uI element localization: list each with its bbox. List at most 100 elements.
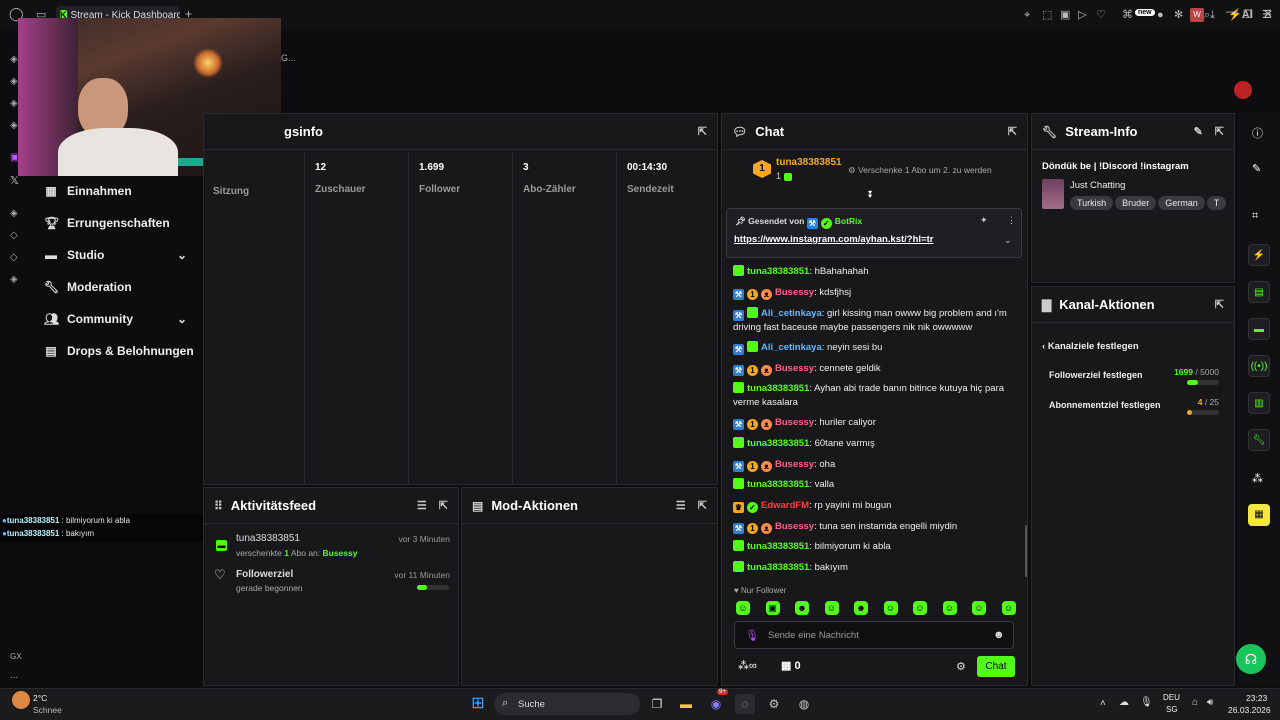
sidebar-diamond-icon[interactable]: ◇ [10, 252, 18, 263]
emoji-icon[interactable]: ☻ [993, 629, 1005, 641]
extension-icon[interactable]: ⌘ [1122, 8, 1133, 22]
chat-username[interactable]: tuna38383851 [747, 562, 809, 573]
chat-icon[interactable]: ▬ [1248, 318, 1270, 340]
sidebar-item-moderation[interactable]: 🔧︎ Moderation [44, 280, 132, 294]
tray-cloud-icon[interactable]: ☁︎ [1119, 697, 1129, 708]
chat-username[interactable]: Busessy [775, 417, 814, 428]
screenshot-icon[interactable]: ⬚ [1042, 8, 1052, 22]
tag[interactable]: T [1206, 196, 1227, 210]
download-icon[interactable]: ⤓ [1210, 8, 1215, 22]
chat-scrollbar[interactable] [1025, 525, 1027, 577]
task-view-icon[interactable]: ❐ [647, 694, 667, 714]
sidebar-item-errungenschaften[interactable]: 🏆︎ Errungenschaften [44, 216, 170, 230]
broadcast-icon[interactable]: ((•)) [1248, 355, 1270, 377]
tag[interactable]: Bruder [1115, 196, 1157, 210]
sidebar-diamond-icon[interactable]: ◈ [10, 54, 18, 65]
tag[interactable]: Turkish [1070, 196, 1114, 210]
clipboard-icon[interactable]: ▤ [1248, 281, 1270, 303]
emote-pog-icon[interactable]: ☺ [736, 601, 750, 615]
filter-icon[interactable]: ☰ [417, 499, 427, 512]
emote-lul-icon[interactable]: ☺ [913, 601, 927, 615]
chat-username[interactable]: Busessy [775, 287, 814, 298]
chat-username[interactable]: tuna38383851 [747, 541, 809, 552]
support-chat-button[interactable]: ☊ [1236, 644, 1266, 674]
gx-label[interactable]: GX [10, 652, 22, 661]
avatar[interactable] [1234, 81, 1252, 99]
emote-smile-icon[interactable]: ☺ [824, 601, 839, 615]
emote-cool-icon[interactable]: ☻ [795, 601, 809, 615]
popout-icon[interactable]: ⇱ [1215, 125, 1224, 138]
pin-icon[interactable]: ⌖ [1024, 8, 1030, 22]
chat-username[interactable]: Ali_cetinkaya [761, 308, 822, 319]
chat-username[interactable]: EdwardFM [761, 500, 809, 511]
sidebar-item-studio[interactable]: ▬ Studio ⌄ [44, 248, 187, 262]
more-icon[interactable]: ... [10, 670, 18, 681]
unpin-icon[interactable]: ✦ [980, 215, 988, 226]
volume-icon[interactable]: 🔊︎ [1207, 697, 1213, 708]
steam-icon[interactable]: ⚙︎ [764, 694, 784, 714]
chat-username[interactable]: Busessy [775, 521, 814, 532]
chat-username[interactable]: Busessy [775, 459, 814, 470]
discord-icon[interactable]: ◉ [706, 694, 726, 714]
chat-username[interactable]: tuna38383851 [747, 438, 809, 449]
windows-start-icon[interactable]: ⊞ [468, 694, 488, 714]
app-icon[interactable]: ◍ [794, 694, 814, 714]
lightning-icon[interactable]: ⚡ [1248, 244, 1270, 266]
popout-icon[interactable]: ⇱ [1215, 298, 1224, 311]
close-icon[interactable]: ✕ [1263, 7, 1273, 21]
chevron-down-icon[interactable]: ⏬︎ [868, 190, 873, 201]
opera-gx-taskbar-icon[interactable]: ◌ [735, 694, 755, 714]
emote-wink-icon[interactable]: ☺ [942, 601, 957, 615]
sidebar-item-einnahmen[interactable]: ▦ Einnahmen [44, 184, 131, 198]
more-options-icon[interactable]: ⋮ [1007, 215, 1016, 226]
clock-time[interactable]: 23:23 [1246, 693, 1267, 703]
points-button[interactable]: ⁂∞ [738, 659, 757, 672]
chat-input[interactable]: 🎙︎ Sende eine Nachricht ☻ [734, 621, 1014, 649]
info-icon[interactable]: ⓘ [1252, 125, 1263, 141]
chat-username[interactable]: Busessy [775, 363, 814, 374]
play-icon[interactable]: ▷ [1078, 8, 1086, 22]
ext-w-icon[interactable]: W [1190, 8, 1204, 22]
sidebar-diamond-icon[interactable]: ◈ [10, 120, 18, 131]
follower-goal-row[interactable]: Followerziel festlegen 1699 / 5000 [1049, 367, 1219, 389]
chevron-down-icon[interactable]: ⌄ [1004, 235, 1012, 246]
sidebar-item-community[interactable]: 👥︎ Community ⌄ [44, 312, 187, 326]
cloud-icon[interactable]: ● [1157, 8, 1164, 22]
sidebar-item-drops[interactable]: ▤ Drops & Belohnungen [44, 344, 193, 358]
heart-icon[interactable]: ♡ [1096, 8, 1106, 22]
subscriber-goal-row[interactable]: Abonnementziel festlegen 4 / 25 [1049, 397, 1219, 419]
microphone-icon[interactable]: 🎙︎ [745, 629, 759, 642]
popout-icon[interactable]: ⇱ [439, 499, 448, 512]
emote-think-icon[interactable]: ☺ [972, 601, 986, 615]
shop-button[interactable]: ▦ 0 [781, 659, 801, 672]
sidebar-diamond-icon[interactable]: ◈ [10, 98, 18, 109]
filter-icon[interactable]: ☰ [676, 499, 686, 512]
popout-icon[interactable]: ⇱ [698, 125, 707, 138]
edit-icon[interactable]: ✎ [1194, 125, 1203, 138]
sidebar-diamond-icon[interactable]: ◇ [10, 230, 18, 241]
emote-kekw-icon[interactable]: ▣ [765, 601, 780, 615]
pinned-message[interactable]: 📌︎ Gesendet von ⚒ ✓ BotRix ✦ ⋮ https://www… [726, 208, 1022, 258]
chat-username[interactable]: Ali_cetinkaya [761, 342, 822, 353]
send-chat-button[interactable]: Chat [977, 656, 1015, 677]
popout-icon[interactable]: ⇱ [698, 499, 707, 512]
tray-mic-icon[interactable]: 🎙︎ [1140, 697, 1153, 708]
settings-icon[interactable]: ⚙ [956, 660, 966, 673]
edit-icon[interactable]: ✎ [1252, 162, 1261, 175]
popout-icon[interactable]: ⇱ [1008, 125, 1017, 138]
tag[interactable]: German [1158, 196, 1205, 210]
chat-username[interactable]: tuna38383851 [747, 266, 809, 277]
download-box-icon[interactable]: ▣ [1060, 8, 1070, 22]
clapper-icon[interactable]: ▦ [1248, 504, 1270, 526]
search-icon[interactable]: ⌕ [1204, 8, 1210, 22]
panels-icon[interactable]: ▥ [1248, 392, 1270, 414]
category-name[interactable]: Just Chatting [1070, 180, 1125, 191]
tray-chevron-up-icon[interactable]: ˄ [1100, 698, 1106, 709]
sidebar-diamond-icon[interactable]: ◈ [10, 274, 18, 285]
emote-gigachad-icon[interactable]: ☻ [854, 601, 868, 615]
lang-indicator[interactable]: DEU [1163, 693, 1180, 702]
wrench-icon[interactable]: 🔧︎ [1248, 429, 1270, 451]
pinned-link[interactable]: https://www.instagram.com/ayhan.kst/?hl=… [734, 234, 933, 245]
restore-icon[interactable]: ❐ [1243, 8, 1253, 22]
puzzle-icon[interactable]: ✻ [1174, 8, 1183, 22]
